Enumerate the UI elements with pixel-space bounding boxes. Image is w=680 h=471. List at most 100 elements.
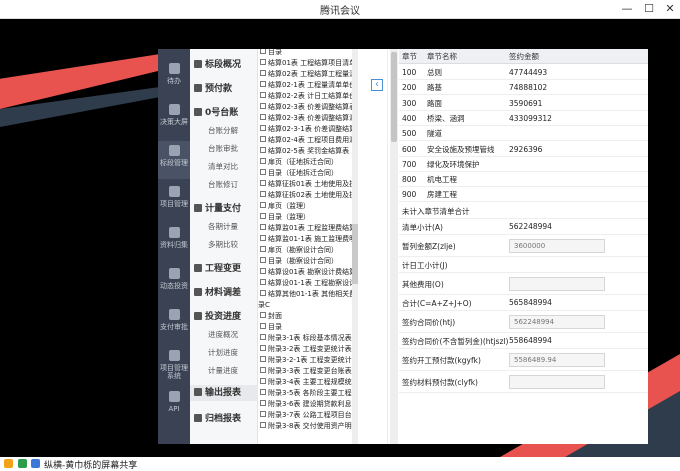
tree-node[interactable]: 结算监01表 工程监理费结算表 [260, 223, 357, 233]
checkbox-icon[interactable] [260, 169, 266, 175]
tree-node[interactable]: 结算02-3表 价差调整结算汇总表 [260, 113, 357, 123]
maximize-button[interactable]: ☐ [640, 1, 658, 17]
checkbox-icon[interactable] [260, 279, 266, 285]
tree-node[interactable]: 封面 [260, 311, 282, 321]
summary-input[interactable]: 562248994 [509, 314, 605, 329]
summary-input[interactable]: 5586489.94 [509, 352, 605, 367]
tree-node[interactable]: 目录（征地拆迁合同） [260, 168, 338, 178]
checkbox-icon[interactable] [260, 378, 266, 384]
checkbox-icon[interactable] [260, 81, 266, 87]
tree-node[interactable]: 结算02-2表 计日工结算单价表 [260, 91, 357, 101]
nav-group[interactable]: 归档报表 [194, 411, 262, 424]
tree-node[interactable]: 结算设01表 勘察设计费结算表 [260, 267, 357, 277]
tree-node[interactable]: 附录3-4表 主要工程规模统计表 [260, 377, 357, 387]
checkbox-icon[interactable] [260, 191, 266, 197]
checkbox-icon[interactable] [260, 389, 266, 395]
tree-node[interactable]: 扉页（征地拆迁合同） [260, 157, 338, 167]
checkbox-icon[interactable] [260, 59, 266, 65]
checkbox-icon[interactable] [260, 246, 266, 252]
nav-group[interactable]: 计量支付 [194, 201, 262, 214]
table-row[interactable]: 300 路面 3590691 [399, 96, 648, 111]
checkbox-icon[interactable] [260, 202, 266, 208]
checkbox-icon[interactable] [260, 268, 266, 274]
rail-item[interactable]: 项目管理系统 [158, 346, 190, 384]
tree-node[interactable]: 结算征拆02表 土地使用及拆迁明细表 [260, 190, 357, 200]
tree-node[interactable]: 扉页（勘察设计合同） [260, 245, 338, 255]
tree-node[interactable]: 扉页（监理） [260, 201, 310, 211]
nav-group[interactable]: 输出报表 [190, 385, 258, 401]
checkbox-icon[interactable] [260, 213, 266, 219]
checkbox-icon[interactable] [260, 422, 266, 428]
tree-node[interactable]: 结算02-5表 奖罚金结算表 [260, 146, 349, 156]
minimize-button[interactable]: — [618, 1, 636, 17]
table-row[interactable]: 600 安全设施及预埋管线 2926396 [399, 142, 648, 157]
nav-group[interactable]: 投资进度 [194, 309, 262, 322]
checkbox-icon[interactable] [260, 334, 266, 340]
tree-node[interactable]: 附录3-3表 工程变更台账表 [260, 366, 352, 376]
table-row[interactable]: 700 绿化及环境保护 [399, 157, 648, 172]
nav-group[interactable]: 工程变更 [194, 261, 262, 274]
checkbox-icon[interactable] [260, 136, 266, 142]
checkbox-icon[interactable] [260, 70, 266, 76]
table-row[interactable]: 800 机电工程 [399, 172, 648, 188]
summary-input[interactable] [509, 276, 605, 291]
tree-node[interactable]: 结算01表 工程结算项目清单 [260, 58, 356, 68]
summary-input[interactable]: 3600000 [509, 238, 605, 253]
tree-node[interactable]: 结算02-3-1表 价差调整结算明细表 [260, 124, 357, 134]
tree-node[interactable]: 目录 [260, 49, 282, 57]
rail-item[interactable]: 标段管理 [158, 141, 190, 179]
checkbox-icon[interactable] [260, 411, 266, 417]
checkbox-icon[interactable] [260, 49, 266, 54]
summary-input[interactable] [509, 374, 605, 389]
rail-item[interactable]: 决策大屏 [158, 100, 190, 138]
tree-node[interactable]: 结算02表 工程结算工程量清单 [260, 69, 357, 79]
tree-node[interactable]: 附录3-8表 交付使用资产明细表 [260, 421, 357, 431]
checkbox-icon[interactable] [260, 235, 266, 241]
rail-item[interactable]: 支付审批 [158, 305, 190, 343]
checkbox-icon[interactable] [260, 180, 266, 186]
checkbox-icon[interactable] [260, 257, 266, 263]
table-row[interactable]: 200 路基 74888102 [399, 80, 648, 96]
table-scrollbar-thumb[interactable] [391, 52, 397, 142]
checkbox-icon[interactable] [260, 323, 266, 329]
rail-item[interactable]: 待办 [158, 59, 190, 97]
tree-node[interactable]: 附录3-2-1表 工程变更统计表 [260, 355, 357, 365]
checkbox-icon[interactable] [260, 400, 266, 406]
nav-group[interactable]: 预付款 [194, 81, 262, 94]
checkbox-icon[interactable] [260, 103, 266, 109]
checkbox-icon[interactable] [260, 147, 266, 153]
rail-item[interactable]: 动态投资 [158, 264, 190, 302]
tree-node[interactable]: 附录3-2表 工程变更统计表 [260, 344, 352, 354]
tree-node[interactable]: 录C [258, 300, 270, 310]
tree-scrollbar-thumb[interactable] [352, 224, 358, 284]
table-row[interactable]: 500 隧道 [399, 126, 648, 142]
checkbox-icon[interactable] [260, 290, 266, 296]
checkbox-icon[interactable] [260, 224, 266, 230]
tree-node[interactable]: 结算02-1表 工程量清单单价表 [260, 80, 357, 90]
tree-node[interactable]: 结算设01-1表 工程勘察设计明细表 [260, 278, 357, 288]
collapse-icon[interactable]: ‹ [371, 79, 383, 91]
table-row[interactable]: 100 总则 47744493 [399, 65, 648, 80]
checkbox-icon[interactable] [260, 345, 266, 351]
rail-item[interactable]: 项目管理 [158, 182, 190, 220]
nav-group[interactable]: 材料调差 [194, 285, 262, 298]
checkbox-icon[interactable] [260, 92, 266, 98]
table-row[interactable]: 400 桥梁、涵洞 433099312 [399, 111, 648, 126]
tree-node[interactable]: 结算监01-1表 施工监理费明细表 [260, 234, 357, 244]
nav-group[interactable]: 标段概况 [194, 57, 262, 70]
tree-node[interactable]: 结算征拆01表 土地使用及拆迁结算表 [260, 179, 357, 189]
tree-node[interactable]: 目录（勘察设计合同） [260, 256, 338, 266]
tree-node[interactable]: 附录3-1表 标段基本情况表 [260, 333, 352, 343]
close-button[interactable]: ✕ [661, 1, 679, 17]
tree-node[interactable]: 附录3-6表 建设期贷款利息计算表 [260, 399, 357, 409]
table-row[interactable]: 900 房建工程 [399, 187, 648, 203]
checkbox-icon[interactable] [260, 367, 266, 373]
tree-node[interactable]: 附录3-5表 各阶段主要工程量对比表 [260, 388, 357, 398]
tree-node[interactable]: 附录3-7表 公路工程项目台账 [260, 410, 357, 420]
rail-item[interactable]: API [158, 387, 190, 425]
checkbox-icon[interactable] [260, 312, 266, 318]
nav-group[interactable]: 0号台账 [194, 105, 262, 118]
microphone-icon[interactable] [18, 459, 27, 468]
tree-node[interactable]: 结算02-4表 工程项目费用汇总表 [260, 135, 357, 145]
checkbox-icon[interactable] [260, 158, 266, 164]
